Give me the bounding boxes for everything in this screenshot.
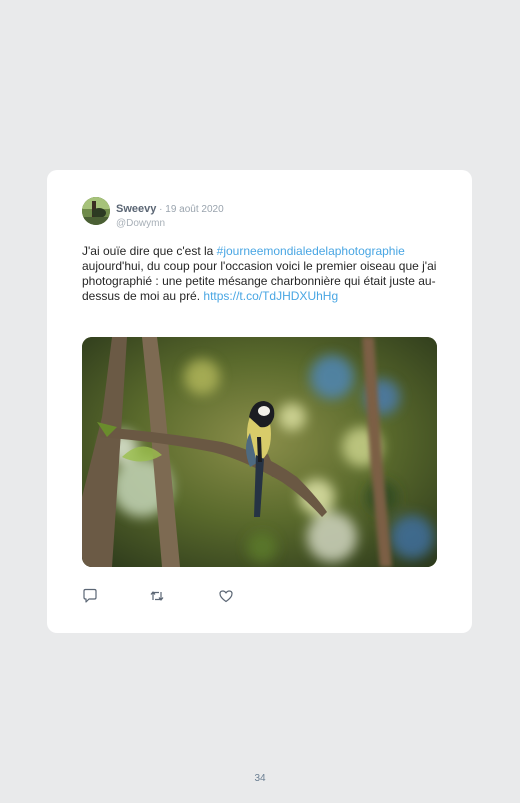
tweet-card: Sweevy · 19 août 2020 @Dowymn J'ai ouïe …: [47, 170, 472, 633]
reply-icon[interactable]: [82, 588, 100, 606]
tweet-text-part1: J'ai ouïe dire que c'est la: [82, 244, 217, 258]
tweet-text: J'ai ouïe dire que c'est la #journeemond…: [82, 244, 442, 304]
like-icon[interactable]: [218, 588, 236, 606]
author-handle[interactable]: @Dowymn: [116, 218, 224, 229]
page-number: 34: [254, 773, 266, 784]
author-info: Sweevy · 19 août 2020 @Dowymn: [116, 199, 224, 229]
tweet-photo[interactable]: [82, 337, 437, 567]
tweet-date[interactable]: 19 août 2020: [165, 204, 223, 215]
tweet-actions: [82, 588, 282, 606]
separator: ·: [156, 204, 166, 215]
hashtag-link[interactable]: #journeemondialedelaphotographie: [217, 244, 405, 258]
url-link[interactable]: https://t.co/TdJHDXUhHg: [203, 289, 338, 303]
retweet-icon[interactable]: [149, 588, 167, 606]
avatar[interactable]: [82, 197, 110, 225]
author-name[interactable]: Sweevy: [116, 203, 156, 215]
